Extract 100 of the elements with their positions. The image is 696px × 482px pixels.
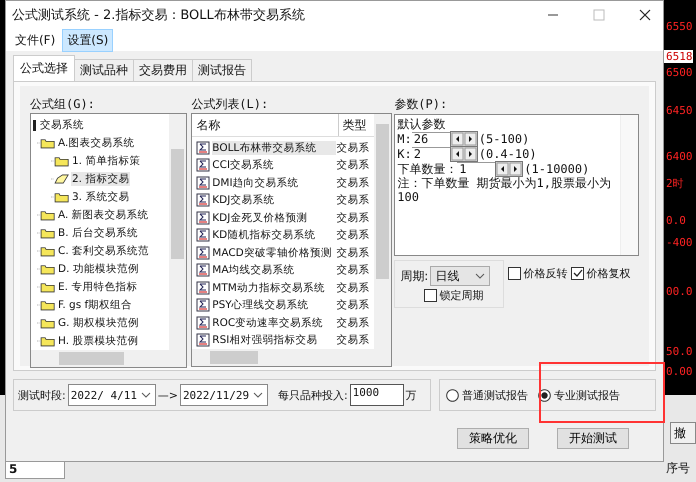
tab[interactable]: 公式选择 xyxy=(13,55,75,81)
checkbox-label: 锁定周期 xyxy=(439,288,484,303)
table-cell: 交易系 xyxy=(336,210,370,225)
tree-item[interactable]: 交易系统 xyxy=(39,118,85,132)
chevron-down-icon xyxy=(252,392,263,398)
tree-item[interactable]: 3. 系统交易 xyxy=(71,190,130,204)
tree-item[interactable]: 2. 指标交易 xyxy=(71,172,130,186)
list-item[interactable]: ROC变动速率交易系统 xyxy=(212,316,336,330)
scrollbar[interactable] xyxy=(169,114,186,350)
folder-icon xyxy=(51,155,69,167)
checkbox[interactable] xyxy=(508,267,522,280)
formula-icon xyxy=(196,246,210,260)
tree-item[interactable]: B. 后台交易系统 xyxy=(57,226,139,240)
list-item[interactable]: KDJ交易系统 xyxy=(212,193,336,208)
tree-item[interactable]: G. 期权模块范例 xyxy=(57,316,140,330)
formula-icon xyxy=(196,316,210,330)
formula-icon xyxy=(196,210,210,225)
list-item[interactable]: PSY心理线交易系统 xyxy=(212,298,336,312)
action-button[interactable]: 策略优化 xyxy=(457,428,529,449)
test-range-label: 测试时段: xyxy=(18,388,66,402)
tree-item[interactable]: H. 股票模块范例 xyxy=(57,334,140,348)
tree-item[interactable]: E. 专用特色指标 xyxy=(57,280,138,294)
radio-label: 专业测试报告 xyxy=(554,388,620,402)
column-header[interactable]: 类型 xyxy=(339,114,370,136)
invest-field[interactable]: 1000 xyxy=(350,384,404,406)
tree-item[interactable]: C. 套利交易系统范 xyxy=(57,244,150,258)
formula-icon xyxy=(196,193,210,208)
param-note: 注：下单数量 期货最小为1,股票最小为100 xyxy=(397,176,612,204)
price-label: 6400 xyxy=(666,150,692,163)
checkbox[interactable] xyxy=(424,289,438,302)
tree-item[interactable]: 1. 简单指标策 xyxy=(71,154,142,168)
action-button[interactable]: 开始测试 xyxy=(557,428,629,449)
param-range: (1-10000) xyxy=(524,162,590,176)
params-heading: 默认参数 xyxy=(397,117,446,131)
input-field[interactable]: 1 xyxy=(457,162,496,176)
number-field[interactable]: 5 xyxy=(5,461,65,479)
table-cell: 交易系 xyxy=(336,333,370,348)
spinner-icon[interactable] xyxy=(495,160,524,176)
window-title: 公式测试系统 - 2.指标交易：BOLL布林带交易系统 xyxy=(12,7,305,24)
table-cell: 交易系 xyxy=(336,246,370,260)
scrollbar[interactable] xyxy=(620,115,638,255)
input-field[interactable]: 26 xyxy=(412,132,450,146)
scrollbar[interactable] xyxy=(192,349,392,366)
spinner-icon[interactable] xyxy=(450,146,478,162)
table-cell: 交易系 xyxy=(336,140,370,155)
price-label: 6550 xyxy=(666,20,692,33)
formula-icon xyxy=(196,140,210,155)
tree-item[interactable]: A. 新图表交易系统 xyxy=(57,208,150,222)
list-item[interactable]: MACD突破零轴价格预测 xyxy=(212,246,336,260)
folder-icon xyxy=(37,263,55,275)
folder-icon xyxy=(37,209,55,221)
list-item[interactable]: DMI趋向交易系统 xyxy=(212,176,336,190)
tab[interactable]: 测试报告 xyxy=(192,59,252,81)
open-folder-icon xyxy=(51,173,69,185)
list-item[interactable]: RSI相对强弱指标交易 xyxy=(212,333,336,348)
folder-icon xyxy=(37,335,55,347)
param-label: K: xyxy=(397,146,412,160)
column-header[interactable]: 名称 xyxy=(192,114,340,136)
input-field[interactable]: 2 xyxy=(412,146,450,160)
chevron-down-icon xyxy=(140,392,151,398)
period-dropdown[interactable]: 日线 xyxy=(430,266,490,286)
list-item[interactable]: CCI交易系统 xyxy=(212,158,336,172)
table-cell: 交易系 xyxy=(336,158,370,172)
table-cell: 交易系 xyxy=(336,228,370,242)
list-item[interactable]: BOLL布林带交易系统 xyxy=(212,140,336,155)
scrollbar[interactable] xyxy=(374,114,392,349)
unit-label: 万 xyxy=(406,388,417,402)
chevron-down-icon xyxy=(475,273,486,279)
list-item[interactable]: MTM动力指标交易系统 xyxy=(212,280,336,295)
formula-icon xyxy=(196,228,210,242)
list-item[interactable]: MA均线交易系统 xyxy=(212,263,336,278)
table-cell: 交易系 xyxy=(336,263,370,278)
start-date-picker[interactable]: 2022/ 4/11 xyxy=(68,384,156,406)
scrollbar[interactable] xyxy=(31,350,186,367)
tree-item[interactable]: A.图表交易系统 xyxy=(57,136,136,150)
tree-item[interactable]: F. gs f期权组合 xyxy=(57,298,134,312)
formula-icon xyxy=(196,333,210,348)
formula-icon xyxy=(196,176,210,190)
radio-label: 普通测试报告 xyxy=(462,388,528,402)
checkbox-label: 价格复权 xyxy=(586,266,630,281)
param-range: (5-100) xyxy=(478,132,530,146)
menu-item[interactable]: 设置(S) xyxy=(62,28,114,52)
table-cell: 交易系 xyxy=(336,298,370,312)
folder-icon xyxy=(37,227,55,239)
folder-icon xyxy=(37,317,55,329)
formula-icon xyxy=(196,280,210,295)
param-range: (0.4-10) xyxy=(478,146,537,160)
radio-button[interactable] xyxy=(446,388,459,402)
menu-item[interactable]: 文件(F) xyxy=(10,28,60,52)
list-item[interactable]: KDJ金死叉价格预测 xyxy=(212,210,336,225)
folder-icon xyxy=(37,281,55,293)
tree-item[interactable]: D. 功能模块范例 xyxy=(57,262,140,276)
list-item[interactable]: KD随机指标交易系统 xyxy=(212,228,336,242)
cancel-order-button[interactable]: 撤 xyxy=(670,422,696,444)
price-label: 2时 xyxy=(666,176,684,191)
close-icon[interactable] xyxy=(639,9,651,21)
checkbox[interactable] xyxy=(571,267,584,280)
end-date-picker[interactable]: 2022/11/29 xyxy=(180,384,268,406)
spinner-icon[interactable] xyxy=(450,130,478,146)
price-label: 0.0 xyxy=(666,214,686,227)
